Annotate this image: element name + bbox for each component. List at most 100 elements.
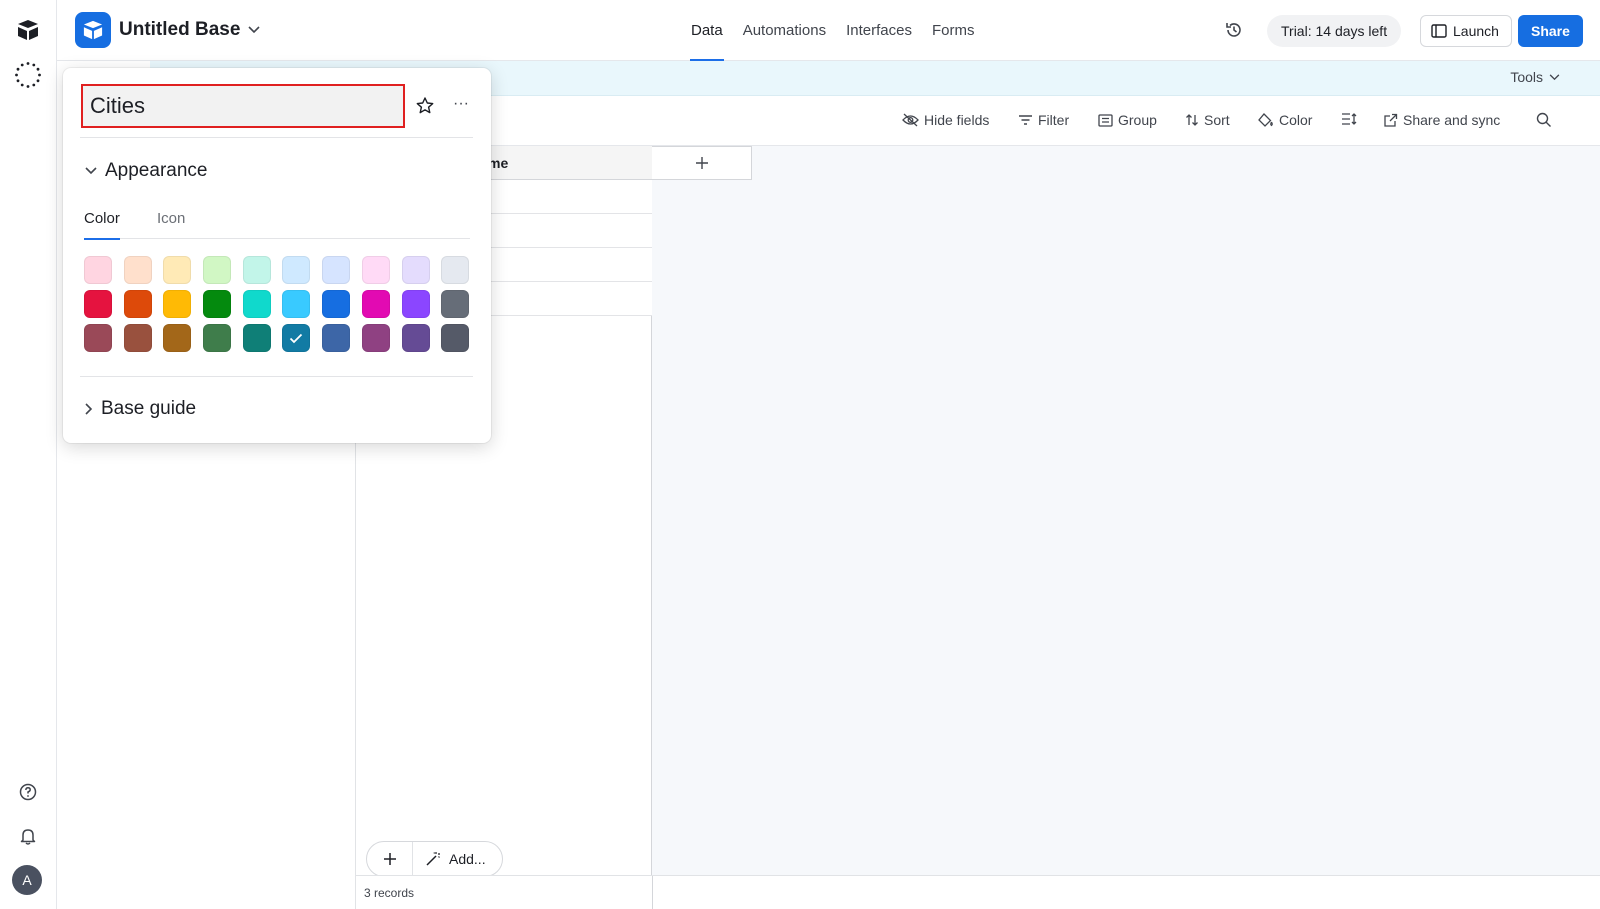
sort-icon [1186,114,1198,126]
paint-bucket-icon [1258,112,1273,127]
color-swatch[interactable] [123,256,152,284]
appearance-label: Appearance [105,160,208,181]
hide-fields-button[interactable]: Hide fields [902,112,989,128]
history-icon[interactable] [1224,20,1246,42]
color-swatch[interactable] [401,256,430,284]
plus-icon [383,853,396,865]
color-swatch[interactable] [84,324,112,352]
add-more-button[interactable]: Add... [413,851,502,867]
launch-button[interactable]: Launch [1420,15,1512,47]
color-swatch[interactable] [163,256,192,284]
omni-icon[interactable] [14,61,42,89]
divider [80,376,473,377]
color-swatch[interactable] [242,324,271,352]
search-icon[interactable] [1536,112,1552,128]
filter-icon [1019,115,1032,125]
base-logo-icon[interactable] [75,12,111,48]
color-swatch[interactable] [401,290,430,318]
color-swatch[interactable] [401,324,430,352]
appearance-section-toggle[interactable]: Appearance [85,160,207,182]
view-toolbar: Hide fields Filter Group Sort Color Shar… [356,96,1600,146]
primary-field-name: me [488,155,509,171]
tab-color[interactable]: Color [84,210,120,240]
color-swatch[interactable] [361,324,390,352]
color-swatch[interactable] [203,324,232,352]
magic-wand-icon [426,852,440,866]
color-swatch[interactable] [163,290,192,318]
tab-icon[interactable]: Icon [157,210,185,239]
user-avatar[interactable]: A [12,865,42,895]
launch-icon [1431,24,1447,38]
nav-tab-forms[interactable]: Forms [931,0,976,61]
share-and-sync-label: Share and sync [1403,112,1501,128]
color-swatch[interactable] [322,256,351,284]
table-settings-popover: ··· Appearance Color Icon Base guide [63,68,491,443]
left-rail: A [0,0,57,909]
top-bar: Untitled Base Data Automations Interface… [57,0,1600,61]
row-height-icon [1342,113,1357,125]
color-swatch[interactable] [361,256,390,284]
color-swatch[interactable] [123,324,152,352]
table-name-input[interactable] [81,84,405,128]
base-guide-label: Base guide [101,398,197,419]
group-label: Group [1118,112,1157,128]
add-record-bar: Add... [366,841,503,877]
external-share-icon [1384,113,1398,127]
airtable-logo-icon[interactable] [14,16,42,44]
color-swatch[interactable] [322,290,351,318]
group-icon [1098,113,1113,127]
plus-icon [695,157,708,169]
color-swatch[interactable] [203,256,232,284]
sort-label: Sort [1204,112,1230,128]
chevron-down-icon [85,167,97,175]
eye-off-icon [902,113,919,127]
notifications-bell-icon[interactable] [14,822,42,850]
help-icon[interactable] [14,778,42,806]
nav-tab-interfaces[interactable]: Interfaces [845,0,913,61]
chevron-down-icon [1549,73,1560,80]
color-button[interactable]: Color [1258,112,1312,128]
share-and-sync-button[interactable]: Share and sync [1383,112,1500,128]
share-button[interactable]: Share [1518,15,1583,47]
more-options-icon[interactable]: ··· [451,96,471,116]
color-swatch-grid [84,256,470,352]
divider [80,137,473,138]
tools-label: Tools [1510,69,1543,85]
record-count: 3 records [364,886,415,900]
add-field-button[interactable] [652,146,752,180]
nav-tab-data[interactable]: Data [690,0,724,61]
launch-label: Launch [1453,23,1499,39]
main-nav: Data Automations Interfaces Forms [690,0,975,61]
row-height-button[interactable] [1341,112,1357,126]
color-swatch[interactable] [441,290,470,318]
color-swatch[interactable] [84,256,112,284]
add-record-button[interactable] [367,842,413,876]
group-button[interactable]: Group [1098,112,1157,128]
tools-menu[interactable]: Tools [1510,69,1560,85]
checkmark-icon [290,333,303,343]
filter-button[interactable]: Filter [1018,112,1069,128]
color-swatch[interactable] [242,290,271,318]
star-icon[interactable] [415,96,435,116]
color-swatch[interactable] [163,324,192,352]
color-swatch[interactable] [203,290,232,318]
color-swatch[interactable] [441,256,470,284]
trial-badge[interactable]: Trial: 14 days left [1267,15,1402,47]
color-swatch-selected[interactable] [282,324,311,352]
color-swatch[interactable] [242,256,271,284]
chevron-right-icon [85,403,93,415]
base-guide-section-toggle[interactable]: Base guide [85,398,196,420]
add-more-label: Add... [449,851,486,867]
sort-button[interactable]: Sort [1185,112,1230,128]
color-swatch[interactable] [282,290,311,318]
grid-view: me Add... 3 records [356,146,1600,909]
color-swatch[interactable] [84,290,112,318]
base-name-menu[interactable]: Untitled Base [119,19,260,41]
chevron-down-icon [248,26,260,34]
nav-tab-automations[interactable]: Automations [742,0,827,61]
color-swatch[interactable] [361,290,390,318]
color-swatch[interactable] [441,324,470,352]
color-swatch[interactable] [322,324,351,352]
color-swatch[interactable] [123,290,152,318]
color-swatch[interactable] [282,256,311,284]
